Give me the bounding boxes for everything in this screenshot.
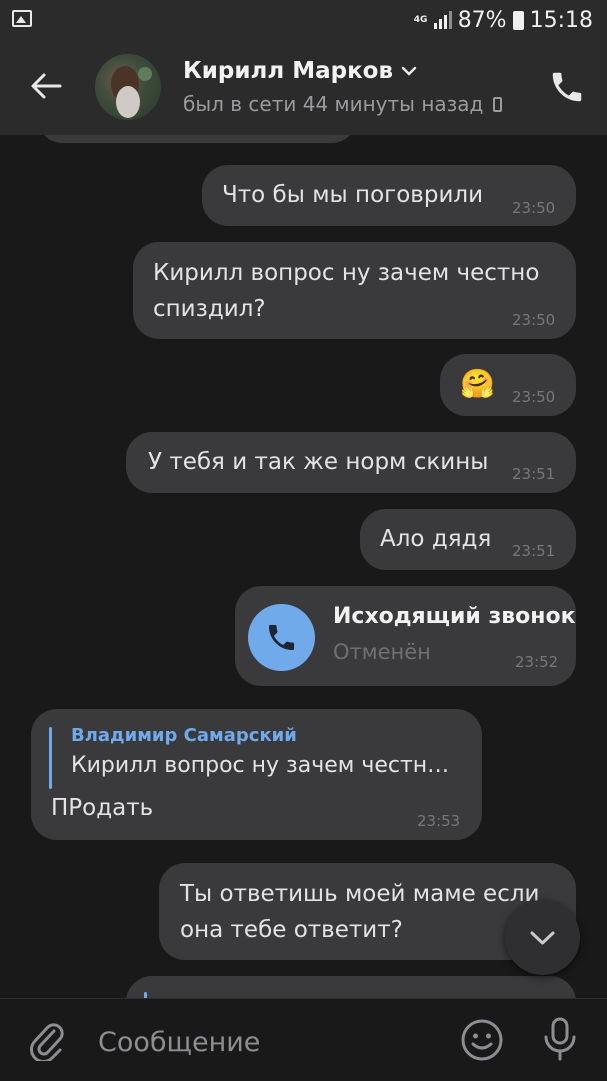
reply-quote[interactable]: Кирилл вопрос ну зачем честн…: [71, 753, 449, 778]
microphone-icon[interactable]: [540, 1016, 580, 1062]
gallery-notification-icon: [12, 10, 32, 27]
network-type: 4G: [413, 14, 428, 25]
message-text: Что бы мы поговрили: [222, 182, 484, 208]
message-time: 23:50: [512, 388, 556, 406]
chat-header: Кирилл Марков был в сети 44 минуты назад: [0, 40, 607, 135]
signal-icon: [433, 11, 452, 29]
message-composer: [0, 998, 607, 1081]
contact-name[interactable]: Кирилл Марков: [183, 58, 417, 84]
contact-name-text: Кирилл Марков: [183, 58, 394, 84]
status-bar: 4G 87% 15:18: [0, 0, 607, 40]
clock: 15:18: [529, 7, 593, 33]
message-bubble-incoming[interactable]: Владимир Самарский Кирилл вопрос ну заче…: [31, 709, 482, 840]
message-time: 23:53: [417, 812, 461, 830]
reply-author[interactable]: Владимир Самарский: [71, 725, 297, 746]
call-message-bubble[interactable]: Исходящий звонок Отменён 23:52: [235, 586, 576, 686]
status-bar-indicators: 4G 87% 15:18: [414, 7, 593, 33]
message-text: Кирилл вопрос ну зачем честно: [153, 260, 540, 286]
call-icon[interactable]: [548, 68, 586, 106]
message-text: ПРодать: [51, 795, 154, 821]
chevron-down-icon: [530, 931, 555, 945]
message-bubble-partial[interactable]: [38, 135, 356, 143]
message-bubble-outgoing[interactable]: Ало дядя 23:51: [360, 509, 576, 570]
paperclip-icon[interactable]: [27, 1019, 67, 1061]
contact-status: был в сети 44 минуты назад: [183, 92, 503, 116]
message-text: Ало дядя: [380, 526, 492, 552]
message-time: 23:50: [512, 199, 556, 217]
last-seen-text: был в сети 44 минуты назад: [183, 92, 484, 116]
reply-indicator-bar: [49, 727, 52, 789]
message-bubble-outgoing[interactable]: Что бы мы поговрили 23:50: [202, 165, 576, 226]
message-time: 23:51: [512, 542, 556, 560]
message-list[interactable]: Что бы мы поговрили 23:50 Кирилл вопрос …: [0, 135, 607, 998]
phone-icon: [268, 624, 295, 651]
avatar-image: [111, 66, 152, 118]
mobile-device-icon: [493, 96, 503, 112]
emoji-smile-icon[interactable]: [460, 1018, 504, 1062]
message-bubble-partial[interactable]: [126, 976, 576, 998]
hugging-face-emoji: 🤗: [460, 367, 495, 400]
message-bubble-outgoing[interactable]: У тебя и так же норм скины 23:51: [126, 432, 576, 493]
call-status: Отменён: [333, 640, 431, 664]
back-arrow-icon[interactable]: [28, 68, 64, 104]
message-time: 23:51: [512, 465, 556, 483]
call-title: Исходящий звонок: [333, 604, 576, 629]
message-text: У тебя и так же норм скины: [148, 449, 489, 475]
message-bubble-outgoing[interactable]: 🤗 23:50: [440, 354, 576, 416]
message-text: спиздил?: [153, 296, 266, 322]
contact-avatar[interactable]: [95, 54, 161, 120]
message-time: 23:50: [512, 311, 556, 329]
message-bubble-outgoing[interactable]: Кирилл вопрос ну зачем честно спиздил? 2…: [133, 242, 576, 339]
chevron-down-icon: [401, 66, 417, 76]
message-time: 23:52: [515, 653, 559, 671]
scroll-to-bottom-button[interactable]: [505, 900, 580, 975]
message-text: Ты ответишь моей маме если: [180, 881, 540, 907]
call-status-circle: [248, 604, 315, 671]
battery-icon: [512, 10, 524, 30]
message-input[interactable]: [96, 1021, 440, 1063]
battery-level: 87%: [457, 7, 507, 33]
message-text: она тебе ответит?: [180, 917, 403, 943]
